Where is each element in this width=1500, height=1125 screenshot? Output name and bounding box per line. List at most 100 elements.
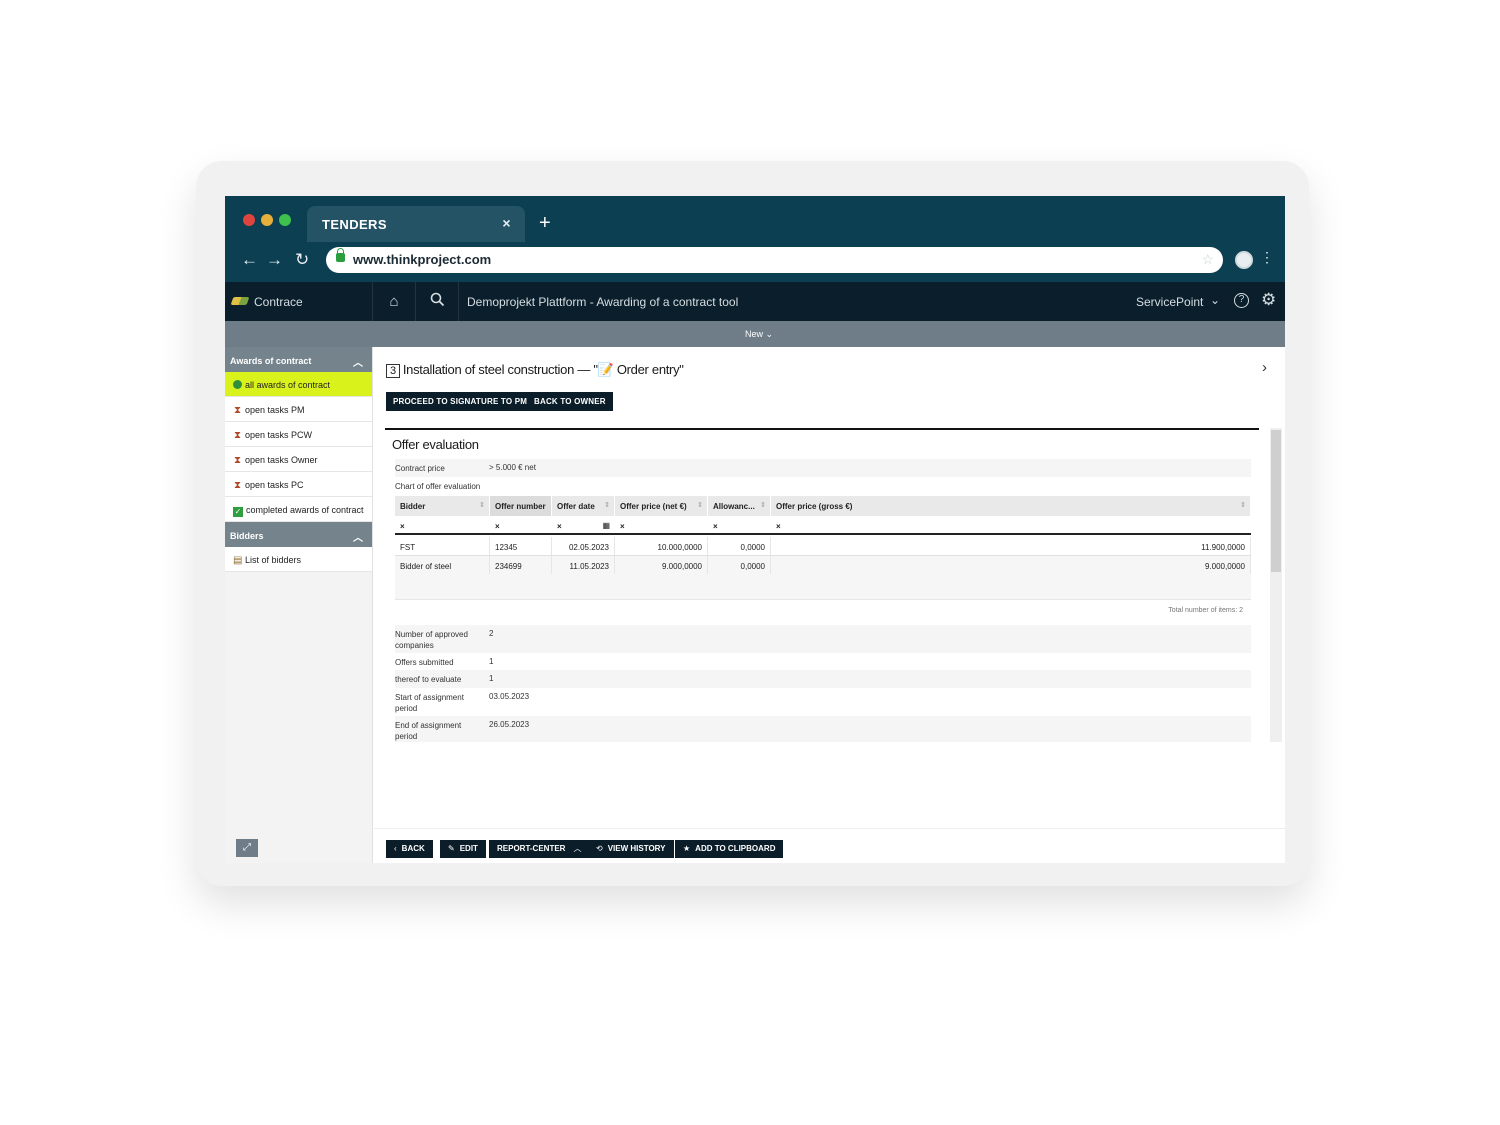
gear-icon[interactable]: ⚙ — [1261, 290, 1276, 310]
cell-offer-number: 12345 — [490, 537, 552, 555]
history-icon: ⟲ — [596, 844, 603, 853]
page-title: 3 Installation of steel construction — "📝… — [386, 362, 684, 378]
profile-avatar[interactable] — [1235, 251, 1253, 269]
sidebar-item-open-tasks-pcw[interactable]: ⧗ open tasks PCW — [225, 422, 372, 447]
sidebar-item-all-awards[interactable]: all awards of contract — [225, 372, 372, 397]
clear-filter-icon[interactable]: × — [771, 516, 1251, 533]
help-icon[interactable]: ? — [1234, 293, 1249, 308]
app-brand[interactable]: Contrace — [225, 282, 373, 321]
browser-chrome: TENDERS × + ← → ↻ www.thinkproject.com ☆… — [225, 196, 1285, 282]
status-dot-icon — [233, 380, 242, 389]
sidebar-item-open-tasks-pc[interactable]: ⧗ open tasks PC — [225, 472, 372, 497]
panel-title: Offer evaluation — [392, 437, 479, 452]
window-controls — [243, 214, 291, 226]
field-label: Contract price — [395, 464, 445, 473]
address-bar[interactable]: www.thinkproject.com ☆ — [326, 247, 1223, 273]
cell-gross-price: 11.900,0000 — [771, 537, 1251, 555]
sidebar-item-list-of-bidders[interactable]: ▤ List of bidders — [225, 547, 372, 572]
table-row[interactable]: Bidder of steel 234699 11.05.2023 9.000,… — [395, 556, 1251, 575]
clear-filter-icon[interactable]: × — [708, 516, 771, 533]
sidebar-section-awards[interactable]: Awards of contract ︿ — [225, 347, 372, 372]
calendar-icon[interactable]: ▦ — [602, 521, 610, 530]
column-header-bidder[interactable]: Bidder ⇕ — [395, 496, 490, 516]
sidebar: Awards of contract ︿ all awards of contr… — [225, 347, 373, 863]
edit-button[interactable]: ✎ EDIT — [440, 840, 486, 858]
table-row[interactable]: FST 12345 02.05.2023 10.000,0000 0,0000 … — [395, 537, 1251, 556]
expand-icon[interactable]: ⤢ — [236, 839, 258, 857]
sidebar-item-label: completed awards of contract — [246, 505, 364, 515]
chevron-up-icon[interactable]: ︿ — [353, 529, 363, 544]
cell-bidder: FST — [395, 537, 490, 555]
add-to-clipboard-button[interactable]: ★ ADD TO CLIPBOARD — [675, 840, 784, 858]
document-icon: ▤ — [233, 555, 243, 566]
sidebar-section-bidders[interactable]: Bidders ︿ — [225, 522, 372, 547]
scrollbar-thumb[interactable] — [1271, 430, 1281, 572]
browser-menu-icon[interactable]: ⋮ — [1260, 249, 1274, 266]
browser-tab[interactable]: TENDERS × — [307, 206, 525, 242]
clear-filter-icon[interactable]: × ▦ — [552, 516, 615, 533]
report-center-button[interactable]: REPORT-CENTER ︿ — [489, 840, 590, 858]
total-items-count: Total number of items: 2 — [1168, 607, 1243, 614]
stat-value: 1 — [489, 657, 494, 666]
back-to-owner-button[interactable]: BACK TO OWNER — [527, 392, 613, 411]
clear-filter-icon[interactable]: × — [490, 516, 552, 533]
minimize-window-dot[interactable] — [261, 214, 273, 226]
app-header: Contrace ⌂ Demoprojekt Plattform - Award… — [225, 282, 1285, 321]
stat-label: Offers submitted — [395, 658, 454, 667]
stat-label: End of assignment period — [395, 721, 462, 741]
cell-gross-price: 9.000,0000 — [771, 556, 1251, 574]
column-header-offer-number[interactable]: Offer number — [490, 496, 552, 516]
back-arrow-icon[interactable]: ← — [241, 250, 258, 270]
table-empty-area — [395, 574, 1251, 600]
sidebar-item-completed-awards[interactable]: ✓ completed awards of contract — [225, 497, 372, 522]
sidebar-item-open-tasks-owner[interactable]: ⧗ open tasks Owner — [225, 447, 372, 472]
back-button[interactable]: ‹ BACK — [386, 840, 433, 858]
hourglass-icon: ⧗ — [233, 480, 242, 491]
chevron-up-icon[interactable]: ︿ — [353, 354, 363, 369]
action-subbar: New ⌄ — [225, 321, 1285, 347]
sidebar-item-label: all awards of contract — [245, 380, 331, 390]
stat-row: Start of assignment period 03.05.2023 — [395, 688, 1251, 716]
chevron-right-icon[interactable]: › — [1262, 359, 1267, 376]
contract-price-row: Contract price > 5.000 € net — [395, 459, 1251, 477]
proceed-to-signature-button[interactable]: PROCEED TO SIGNATURE TO PM — [386, 392, 535, 411]
table-header: Bidder ⇕ Offer number Offer date ⇕ Offer p… — [395, 496, 1251, 516]
clear-filter-icon[interactable]: × — [615, 516, 708, 533]
stat-row: Number of approved companies 2 — [395, 625, 1251, 653]
brand-name: Contrace — [254, 295, 303, 309]
home-icon[interactable]: ⌂ — [373, 282, 416, 321]
checkbox-icon: ✓ — [233, 507, 243, 517]
panel-scrollbar[interactable] — [1270, 428, 1282, 742]
chevron-down-icon[interactable]: ⌄ — [1210, 293, 1220, 307]
step-number-badge: 3 — [386, 364, 400, 378]
column-header-net-price[interactable]: Offer price (net €) ⇕ — [615, 496, 708, 516]
search-icon[interactable] — [416, 282, 459, 321]
close-tab-icon[interactable]: × — [502, 215, 511, 231]
service-point-menu[interactable]: ServicePoint — [1136, 295, 1203, 309]
column-header-allowance[interactable]: Allowanc... ⇕ — [708, 496, 771, 516]
maximize-window-dot[interactable] — [279, 214, 291, 226]
clear-filter-icon[interactable]: × — [395, 516, 490, 533]
sidebar-item-label: open tasks Owner — [245, 455, 318, 465]
view-history-button[interactable]: ⟲ VIEW HISTORY — [588, 840, 674, 858]
stat-label: thereof to evaluate — [395, 675, 462, 684]
sidebar-item-open-tasks-pm[interactable]: ⧗ open tasks PM — [225, 397, 372, 422]
reload-icon[interactable]: ↻ — [295, 250, 309, 270]
page-title-text: Installation of steel construction — "📝 … — [402, 362, 684, 377]
column-header-gross-price[interactable]: Offer price (gross €) ⇕ — [771, 496, 1251, 516]
stat-value: 2 — [489, 629, 494, 638]
column-header-offer-date[interactable]: Offer date ⇕ — [552, 496, 615, 516]
new-menu-button[interactable]: New ⌄ — [745, 329, 773, 340]
sidebar-item-label: open tasks PC — [245, 480, 304, 490]
cell-allowance: 0,0000 — [708, 556, 771, 574]
table-filter-row: × × × ▦ × × × — [395, 516, 1251, 535]
cell-offer-number: 234699 — [490, 556, 552, 574]
browser-window: TENDERS × + ← → ↻ www.thinkproject.com ☆… — [225, 196, 1285, 863]
close-window-dot[interactable] — [243, 214, 255, 226]
new-tab-icon[interactable]: + — [539, 212, 551, 235]
forward-arrow-icon[interactable]: → — [266, 250, 283, 270]
lock-icon — [336, 248, 345, 262]
hourglass-icon: ⧗ — [233, 405, 242, 416]
main-content: 3 Installation of steel construction — "📝… — [374, 347, 1285, 863]
bookmark-star-icon[interactable]: ☆ — [1201, 251, 1214, 268]
